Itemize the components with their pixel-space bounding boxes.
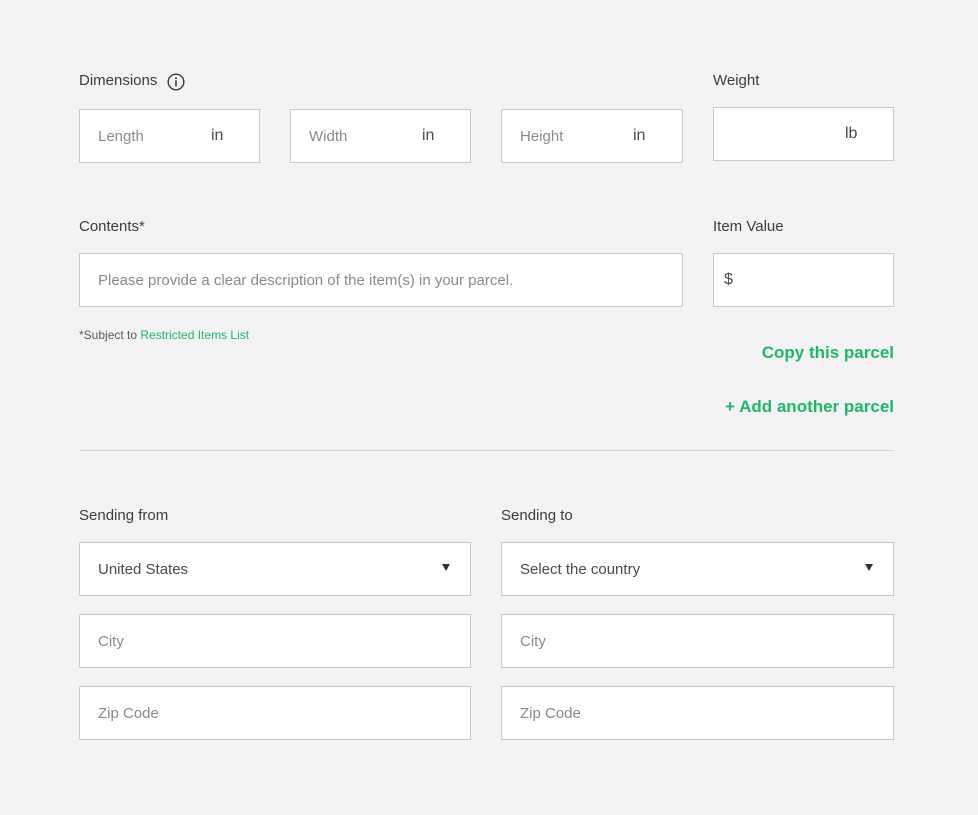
from-zip-input[interactable]: Zip Code [79,686,471,740]
weight-input[interactable]: lb [713,107,894,161]
from-zip-placeholder: Zip Code [98,705,159,722]
width-placeholder: Width [309,128,348,145]
chevron-down-icon [865,564,873,571]
length-input[interactable]: Length in [79,109,260,163]
height-placeholder: Height [520,128,564,145]
contents-placeholder: Please provide a clear description of th… [98,272,514,289]
height-unit: in [633,127,646,144]
sending-to-label: Sending to [501,507,573,524]
to-zip-input[interactable]: Zip Code [501,686,894,740]
restricted-note-prefix: *Subject to [79,328,141,342]
length-unit: in [211,127,224,144]
from-country-select[interactable]: United States [79,542,471,596]
contents-label: Contents* [79,218,145,235]
weight-unit: lb [845,125,858,142]
copy-parcel-link[interactable]: Copy this parcel [762,343,894,363]
from-country-value: United States [98,561,189,578]
from-city-placeholder: City [98,633,124,650]
item-value-input[interactable]: $ [713,253,894,307]
to-city-placeholder: City [520,633,546,650]
info-icon[interactable] [167,73,185,91]
to-country-select[interactable]: Select the country [501,542,894,596]
contents-input[interactable]: Please provide a clear description of th… [79,253,683,307]
sending-from-label: Sending from [79,507,169,524]
chevron-down-icon [442,564,450,571]
parcel-form: Dimensions Weight Length in Width in Hei… [0,0,978,815]
height-input[interactable]: Height in [501,109,683,163]
to-city-input[interactable]: City [501,614,894,668]
width-unit: in [422,127,435,144]
to-zip-placeholder: Zip Code [520,705,581,722]
weight-label: Weight [713,72,760,89]
width-input[interactable]: Width in [290,109,471,163]
item-value-label: Item Value [713,218,784,235]
add-parcel-link[interactable]: + Add another parcel [725,397,894,417]
currency-symbol: $ [724,271,733,288]
to-country-placeholder: Select the country [520,561,641,578]
section-divider [79,450,894,451]
restricted-items-link[interactable]: Restricted Items List [140,328,249,342]
length-placeholder: Length [98,128,144,145]
from-city-input[interactable]: City [79,614,471,668]
restricted-note: *Subject to Restricted Items List [79,328,249,342]
dimensions-label: Dimensions [79,72,158,89]
